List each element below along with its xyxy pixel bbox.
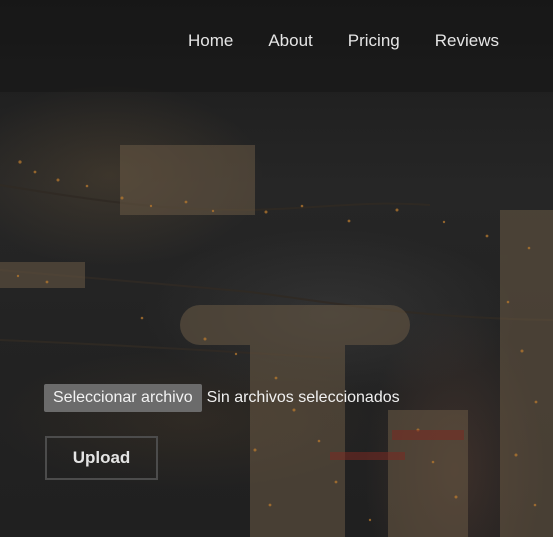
upload-button[interactable]: Upload: [45, 436, 158, 480]
file-input-row: Seleccionar archivo Sin archivos selecci…: [44, 384, 400, 412]
nav-home-link[interactable]: Home: [188, 29, 233, 53]
main-navigation: Home About Pricing Reviews: [188, 29, 499, 53]
upload-form: Seleccionar archivo Sin archivos selecci…: [44, 384, 400, 480]
selected-file-status: Sin archivos seleccionados: [206, 389, 400, 406]
top-navbar: Home About Pricing Reviews: [0, 0, 553, 92]
nav-pricing-link[interactable]: Pricing: [348, 29, 400, 53]
choose-file-button[interactable]: Seleccionar archivo: [44, 384, 202, 412]
nav-reviews-link[interactable]: Reviews: [435, 29, 499, 53]
nav-about-link[interactable]: About: [268, 29, 312, 53]
page: Home About Pricing Reviews Seleccionar a…: [0, 0, 553, 537]
